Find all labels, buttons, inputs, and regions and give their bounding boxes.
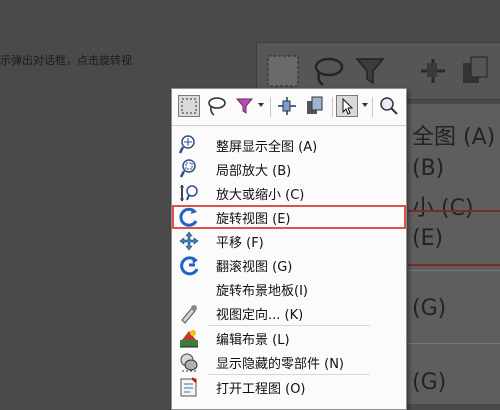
menu-item-open-drawing[interactable]: 打开工程图 (O) bbox=[172, 375, 406, 399]
copy-view-button[interactable] bbox=[304, 95, 326, 117]
toolbar-separator bbox=[372, 97, 373, 117]
menu-item-label: 旋转布景地板(I) bbox=[216, 284, 308, 299]
move-components-icon bbox=[415, 53, 451, 89]
toolbar-separator bbox=[270, 97, 271, 117]
background-separator bbox=[404, 343, 500, 344]
menu-item-label: 整屏显示全图 (A) bbox=[216, 140, 318, 155]
zoom-to-fit-icon bbox=[178, 134, 200, 156]
move-components-button[interactable] bbox=[276, 95, 298, 117]
open-drawing-icon bbox=[178, 376, 200, 398]
toolbar-separator bbox=[332, 97, 333, 117]
background-highlight bbox=[408, 210, 500, 266]
pan-icon bbox=[178, 230, 200, 252]
roll-view-icon bbox=[178, 254, 200, 276]
select-arrow-icon bbox=[342, 97, 354, 115]
background-separator bbox=[404, 270, 500, 271]
show-hidden-components-icon bbox=[178, 351, 200, 373]
menu-item-label: 翻滚视图 (G) bbox=[216, 260, 293, 275]
menu-item-zoom-in-out[interactable]: 放大或缩小 (C) bbox=[172, 181, 406, 205]
menu-item-zoom-to-fit[interactable]: 整屏显示全图 (A) bbox=[172, 133, 406, 157]
menu-item-label: 局部放大 (B) bbox=[216, 164, 292, 179]
menu-item-label: 打开工程图 (O) bbox=[216, 382, 306, 397]
menu-item-label: 显示隐藏的零部件 (N) bbox=[216, 357, 345, 372]
popup-toolbar bbox=[172, 89, 406, 126]
menu-item-roll-view[interactable]: 翻滚视图 (G) bbox=[172, 253, 406, 277]
zoom-in-out-icon bbox=[178, 182, 200, 204]
view-menu: 整屏显示全图 (A) 局部放大 (B) 放大或缩小 (C) 旋转视图 (E) 平… bbox=[172, 133, 406, 399]
menu-item-label: 旋转视图 (E) bbox=[216, 212, 291, 227]
box-select-icon bbox=[265, 53, 301, 89]
copy-view-icon bbox=[307, 96, 323, 114]
filter-button[interactable] bbox=[234, 95, 256, 117]
background-menu-item: (G) bbox=[412, 370, 447, 395]
select-dropdown-arrow[interactable] bbox=[362, 103, 368, 107]
background-caption: 示弹出对话框，点击旋转视 bbox=[0, 54, 132, 67]
menu-item-label: 视图定向... (K) bbox=[216, 308, 304, 323]
menu-item-label: 平移 (F) bbox=[216, 236, 264, 251]
menu-item-edit-scene[interactable]: 编辑布景 (L) bbox=[172, 326, 406, 350]
filter-icon bbox=[353, 53, 389, 89]
magnifier-button[interactable] bbox=[378, 95, 400, 117]
magnifier-icon bbox=[380, 97, 398, 115]
menu-item-label: 放大或缩小 (C) bbox=[216, 188, 305, 203]
lasso-icon bbox=[208, 97, 226, 116]
rotate-view-icon bbox=[178, 206, 200, 228]
lasso-icon bbox=[311, 53, 347, 89]
menu-item-pan[interactable]: 平移 (F) bbox=[172, 229, 406, 253]
zoom-to-area-icon bbox=[178, 158, 200, 180]
menu-item-label: 编辑布景 (L) bbox=[216, 333, 290, 348]
filter-dropdown-arrow[interactable] bbox=[258, 103, 264, 107]
background-menu-item: 全图 (A) bbox=[412, 125, 496, 150]
menu-item-rotate-scene-floor[interactable]: 旋转布景地板(I) bbox=[172, 277, 406, 301]
copy-view-icon bbox=[457, 53, 493, 89]
menu-item-show-hidden-components[interactable]: 显示隐藏的零部件 (N) bbox=[172, 350, 406, 374]
view-orientation-icon bbox=[178, 302, 200, 324]
background-menu-item: (B) bbox=[412, 156, 445, 181]
context-popup: 整屏显示全图 (A) 局部放大 (B) 放大或缩小 (C) 旋转视图 (E) 平… bbox=[171, 88, 407, 410]
lasso-select-button[interactable] bbox=[206, 95, 228, 117]
filter-icon bbox=[235, 98, 254, 114]
menu-item-view-orientation[interactable]: 视图定向... (K) bbox=[172, 301, 406, 325]
menu-item-zoom-to-area[interactable]: 局部放大 (B) bbox=[172, 157, 406, 181]
edit-scene-icon bbox=[178, 327, 200, 349]
menu-item-rotate-view[interactable]: 旋转视图 (E) bbox=[172, 205, 406, 229]
background-menu-item: (G) bbox=[412, 296, 447, 321]
box-select-icon bbox=[181, 98, 197, 114]
box-select-button[interactable] bbox=[178, 95, 200, 117]
select-button[interactable] bbox=[336, 95, 358, 117]
move-components-icon bbox=[278, 97, 296, 115]
